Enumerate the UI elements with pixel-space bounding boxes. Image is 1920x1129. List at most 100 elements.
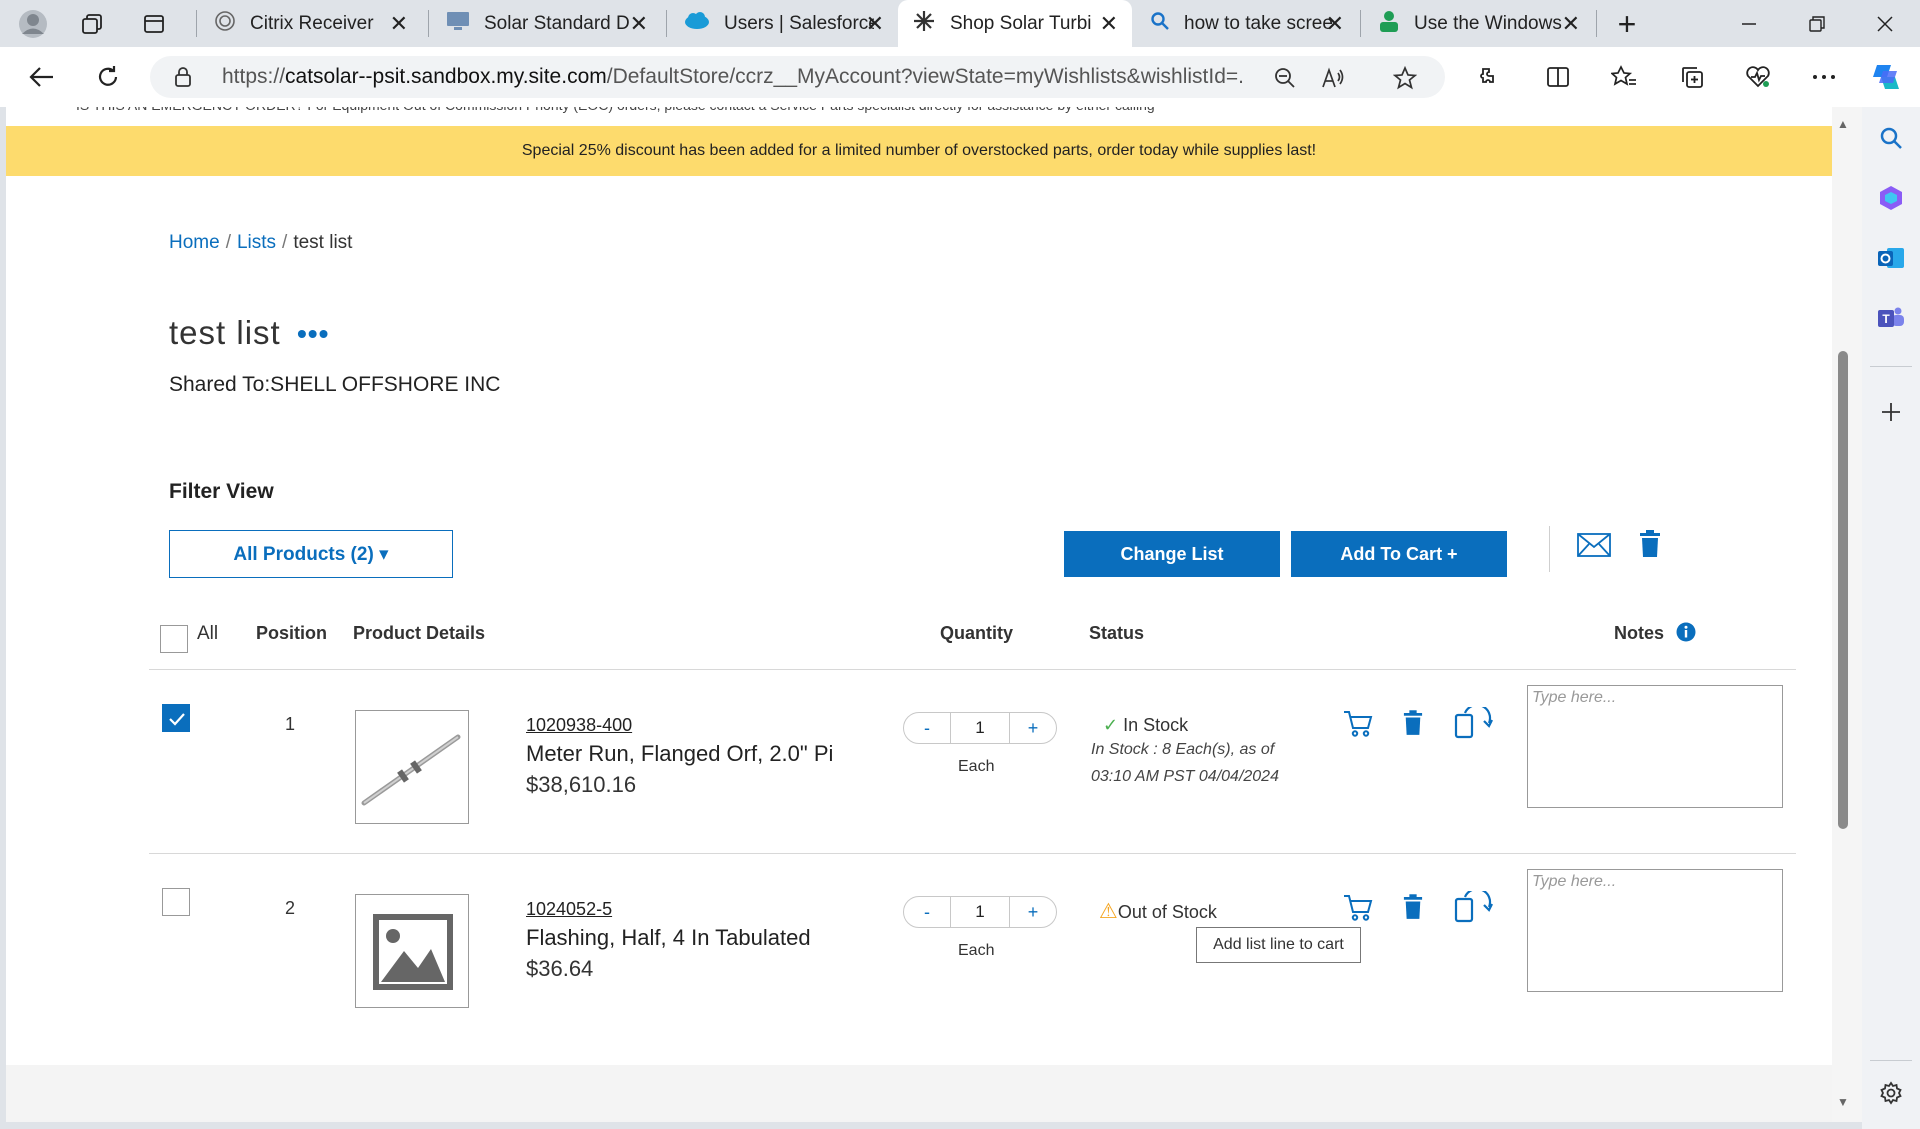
sidebar-outlook-icon[interactable] xyxy=(1875,242,1907,274)
notes-textarea[interactable] xyxy=(1527,685,1783,808)
shared-to-text: Shared To:SHELL OFFSHORE INC xyxy=(169,373,501,396)
quantity-input[interactable]: 1 xyxy=(950,897,1010,927)
quantity-increase-button[interactable]: + xyxy=(1010,713,1056,743)
close-tab-icon[interactable]: ✕ xyxy=(1100,11,1118,37)
scroll-down-arrow-icon[interactable]: ▼ xyxy=(1837,1095,1849,1109)
page-scrollbar[interactable]: ▲ ▼ xyxy=(1832,107,1862,1122)
restore-icon[interactable] xyxy=(1782,0,1852,47)
filter-view-label: Filter View xyxy=(169,480,274,503)
promo-banner: Special 25% discount has been added for … xyxy=(6,126,1832,176)
list-options-ellipsis-icon[interactable]: ••• xyxy=(297,318,329,350)
tab-title: Shop Solar Turbi xyxy=(950,12,1092,34)
tab-use-windows[interactable]: Use the Windows ✕ xyxy=(1364,0,1594,47)
close-tab-icon[interactable]: ✕ xyxy=(866,11,884,37)
stock-status-detail: In Stock : 8 Each(s), as of 03:10 AM PST… xyxy=(1091,736,1279,790)
sidebar-divider xyxy=(1870,1060,1912,1061)
add-line-to-cart-icon[interactable] xyxy=(1343,710,1373,738)
select-all-checkbox[interactable] xyxy=(160,625,188,653)
url-text[interactable]: https://catsolar--psit.sandbox.my.site.c… xyxy=(222,65,1242,89)
workspaces-icon[interactable] xyxy=(72,6,112,42)
tab-separator xyxy=(428,10,429,37)
profile-avatar-icon[interactable] xyxy=(14,6,52,42)
favorites-icon[interactable] xyxy=(1604,57,1644,97)
breadcrumb-home[interactable]: Home xyxy=(169,232,220,253)
close-tab-icon[interactable]: ✕ xyxy=(390,11,408,37)
email-envelope-icon[interactable] xyxy=(1577,533,1611,557)
product-name: Meter Run, Flanged Orf, 2.0" Pi xyxy=(526,741,834,766)
scroll-up-arrow-icon[interactable]: ▲ xyxy=(1837,117,1849,131)
sidebar-settings-gear-icon[interactable] xyxy=(1875,1077,1907,1109)
close-tab-icon[interactable]: ✕ xyxy=(1326,11,1344,37)
product-price: $36.64 xyxy=(526,956,594,981)
search-icon xyxy=(1150,11,1170,37)
sidebar-teams-icon[interactable]: T xyxy=(1875,302,1907,334)
warning-triangle-icon: ⚠ xyxy=(1099,900,1118,923)
row-select-checkbox[interactable] xyxy=(162,704,190,732)
new-tab-button[interactable]: + xyxy=(1607,6,1647,42)
address-bar[interactable]: https://catsolar--psit.sandbox.my.site.c… xyxy=(150,56,1445,98)
close-window-icon[interactable] xyxy=(1850,0,1920,47)
move-to-list-icon[interactable] xyxy=(1453,707,1493,741)
quantity-stepper: - 1 + xyxy=(903,712,1057,744)
zoom-out-icon[interactable] xyxy=(1272,65,1298,91)
quantity-unit: Each xyxy=(958,758,995,775)
delete-list-trash-icon[interactable] xyxy=(1639,530,1661,558)
breadcrumb: Home / Lists / test list xyxy=(169,232,352,254)
favorite-star-icon[interactable] xyxy=(1392,65,1418,91)
vertical-tabs-icon[interactable] xyxy=(134,6,174,42)
add-to-cart-tooltip: Add list line to cart xyxy=(1196,927,1361,963)
tab-search-screenshot[interactable]: how to take scree ✕ xyxy=(1136,0,1358,47)
monitor-icon xyxy=(446,10,470,38)
header-divider xyxy=(149,669,1796,670)
scrollbar-thumb[interactable] xyxy=(1838,351,1848,829)
tab-shop-solar-turbines[interactable]: Shop Solar Turbi ✕ xyxy=(898,0,1132,47)
collections-icon[interactable] xyxy=(1672,57,1712,97)
minimize-icon[interactable] xyxy=(1714,0,1784,47)
move-to-list-icon[interactable] xyxy=(1453,891,1493,925)
product-thumbnail[interactable] xyxy=(355,710,469,824)
tab-title: Use the Windows xyxy=(1414,12,1562,34)
column-quantity: Quantity xyxy=(940,623,1014,643)
page-footer-band xyxy=(6,1065,1832,1122)
quantity-input[interactable]: 1 xyxy=(950,713,1010,743)
sidebar-add-icon[interactable] xyxy=(1875,396,1907,428)
action-divider xyxy=(1549,526,1550,572)
citrix-icon xyxy=(214,10,236,38)
product-sku-link[interactable]: 1024052-5 xyxy=(526,899,612,920)
quantity-decrease-button[interactable]: - xyxy=(904,713,950,743)
tab-citrix-receiver[interactable]: Citrix Receiver ✕ xyxy=(200,0,422,47)
lock-icon[interactable] xyxy=(174,66,192,93)
tab-separator xyxy=(1596,10,1597,37)
product-sku-link[interactable]: 1020938-400 xyxy=(526,715,632,736)
tab-title: how to take scree xyxy=(1184,12,1333,34)
sidebar-search-icon[interactable] xyxy=(1875,122,1907,154)
close-tab-icon[interactable]: ✕ xyxy=(630,11,648,37)
copilot-icon[interactable] xyxy=(1866,57,1906,97)
tab-solar-standard[interactable]: Solar Standard D ✕ xyxy=(432,0,662,47)
tab-salesforce-users[interactable]: Users | Salesforce ✕ xyxy=(670,0,898,47)
extensions-icon[interactable] xyxy=(1466,57,1506,97)
delete-line-trash-icon[interactable] xyxy=(1403,710,1423,736)
add-to-cart-button[interactable]: Add To Cart + xyxy=(1291,531,1507,577)
column-position: Position xyxy=(256,623,327,643)
delete-line-trash-icon[interactable] xyxy=(1403,894,1423,920)
row-select-checkbox[interactable] xyxy=(162,888,190,916)
sidebar-copilot-app-icon[interactable] xyxy=(1875,182,1907,214)
refresh-icon[interactable] xyxy=(88,57,128,97)
split-screen-icon[interactable] xyxy=(1538,57,1578,97)
browser-essentials-icon[interactable] xyxy=(1738,57,1778,97)
change-list-button[interactable]: Change List xyxy=(1064,531,1280,577)
quantity-decrease-button[interactable]: - xyxy=(904,897,950,927)
notes-textarea[interactable] xyxy=(1527,869,1783,992)
close-tab-icon[interactable]: ✕ xyxy=(1562,11,1580,37)
read-aloud-icon[interactable] xyxy=(1320,65,1346,91)
notes-info-icon[interactable] xyxy=(1676,622,1696,642)
tab-title: Solar Standard D xyxy=(484,12,630,34)
quantity-increase-button[interactable]: + xyxy=(1010,897,1056,927)
more-menu-icon[interactable] xyxy=(1804,57,1844,97)
add-line-to-cart-icon[interactable] xyxy=(1343,894,1373,922)
breadcrumb-lists[interactable]: Lists xyxy=(237,232,276,253)
product-thumbnail[interactable] xyxy=(355,894,469,1008)
back-arrow-icon[interactable] xyxy=(22,57,62,97)
filter-products-dropdown[interactable]: All Products (2) ▾ xyxy=(169,530,453,578)
